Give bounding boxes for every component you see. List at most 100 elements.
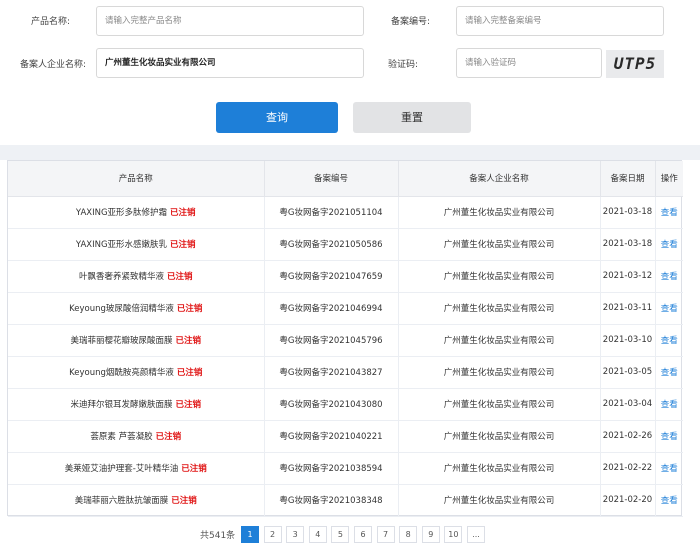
view-link[interactable]: 查看 — [661, 272, 678, 282]
cell-date: 2021-03-12 — [600, 260, 656, 293]
cell-record-no: 粤G妆网备字2021038348 — [264, 484, 399, 517]
cell-company: 广州董生化妆品实业有限公司 — [398, 452, 601, 485]
company-label: 备案人企业名称: — [19, 60, 86, 70]
cell-product-name: YAXING亚形多肽修护霜 已注销 — [8, 196, 265, 229]
cell-record-no: 粤G妆网备字2021050586 — [264, 228, 399, 261]
view-link[interactable]: 查看 — [661, 240, 678, 250]
view-link[interactable]: 查看 — [661, 496, 678, 506]
query-button[interactable]: 查询 — [216, 102, 338, 133]
cell-company: 广州董生化妆品实业有限公司 — [398, 196, 601, 229]
cell-record-no: 粤G妆网备字2021043827 — [264, 356, 399, 389]
cell-company: 广州董生化妆品实业有限公司 — [398, 228, 601, 261]
page-button-2[interactable]: 2 — [263, 526, 282, 543]
table-row: YAXING亚形多肽修护霜 已注销 粤G妆网备字2021051104 广州董生化妆品实… — [8, 196, 683, 229]
table-row: 美莱娅艾油护理套-艾叶精华油 已注销 粤G妆网备字2021038594 广州董生化妆品… — [8, 452, 683, 485]
cancelled-badge: 已注销 — [176, 368, 203, 378]
cell-action: 查看 — [655, 356, 683, 389]
cell-product-name: 美瑞菲丽六胜肽抗皱面膜 已注销 — [8, 484, 265, 517]
cell-product-name: YAXING亚形水感嫩肤乳 已注销 — [8, 228, 265, 261]
pagination-total: 共541条 — [200, 531, 236, 541]
cell-company: 广州董生化妆品实业有限公司 — [398, 484, 601, 517]
captcha-image[interactable]: UTP5 — [606, 50, 664, 78]
pagination: 共541条 1 2 3 4 5 6 7 8 9 10... — [0, 526, 700, 544]
cell-company: 广州董生化妆品实业有限公司 — [398, 260, 601, 293]
reset-button[interactable]: 重置 — [353, 102, 471, 133]
cancelled-badge: 已注销 — [170, 240, 196, 250]
table-row: 美瑞菲丽樱花瓣玻尿酸面膜 已注销 粤G妆网备字2021045796 广州董生化妆品实业… — [8, 324, 683, 357]
cancelled-badge: 已注销 — [155, 432, 182, 442]
product-name-input[interactable]: 请输入完整产品名称 — [96, 6, 364, 36]
page-button-10[interactable]: 10 — [444, 526, 463, 543]
table-row: Keyoung烟酰胺亮颜精华液 已注销 粤G妆网备字2021043827 广州董生化妆… — [8, 356, 683, 389]
section-divider — [0, 145, 700, 160]
table-row: YAXING亚形水感嫩肤乳 已注销 粤G妆网备字2021050586 广州董生化妆品实… — [8, 228, 683, 261]
cell-action: 查看 — [655, 452, 683, 485]
results-table: 产品名称 备案编号 备案人企业名称 备案日期 操作 YAXING亚形多肽修护霜已… — [7, 160, 683, 517]
view-link[interactable]: 查看 — [661, 368, 678, 378]
page-button-8[interactable]: 8 — [399, 526, 418, 543]
cell-product-name: 米迪拜尔银耳发酵嫩肤面膜 已注销 — [8, 388, 265, 421]
view-link[interactable]: 查看 — [661, 208, 678, 218]
cancelled-badge: 已注销 — [175, 336, 202, 346]
view-link[interactable]: 查看 — [661, 400, 678, 410]
cell-company: 广州董生化妆品实业有限公司 — [398, 292, 601, 325]
cell-action: 查看 — [655, 388, 683, 421]
cell-company: 广州董生化妆品实业有限公司 — [398, 388, 601, 421]
cell-date: 2021-02-22 — [600, 452, 656, 485]
page-button-7[interactable]: 7 — [376, 526, 395, 543]
cell-company: 广州董生化妆品实业有限公司 — [398, 356, 601, 389]
header-product-name: 产品名称 — [8, 161, 265, 197]
cell-product-name: 叶飘香奢养紧致精华液 已注销 — [8, 260, 265, 293]
product-name-text: 叶飘香奢养紧致精华液 — [78, 272, 164, 282]
cell-record-no: 粤G妆网备字2021051104 — [264, 196, 399, 229]
view-link[interactable]: 查看 — [661, 336, 678, 346]
cancelled-badge: 已注销 — [170, 208, 196, 218]
header-company: 备案人企业名称 — [398, 161, 601, 197]
company-input[interactable]: 广州董生化妆品实业有限公司 — [96, 48, 364, 78]
product-name-text: 美莱娅艾油护理套-艾叶精华油 — [64, 464, 179, 474]
view-link[interactable]: 查看 — [661, 304, 678, 314]
table-header-row: 产品名称 备案编号 备案人企业名称 备案日期 操作 — [8, 161, 683, 197]
search-panel: 产品名称: 请输入完整产品名称 备案编号: 请输入完整备案编号 备案人企业名称:… — [0, 0, 700, 145]
cell-date: 2021-03-11 — [600, 292, 656, 325]
cell-date: 2021-03-18 — [600, 196, 656, 229]
record-no-input[interactable]: 请输入完整备案编号 — [456, 6, 664, 36]
view-link[interactable]: 查看 — [661, 432, 678, 442]
cancelled-badge: 已注销 — [167, 272, 193, 282]
cell-date: 2021-02-20 — [600, 484, 656, 517]
cell-action: 查看 — [655, 292, 683, 325]
cell-date: 2021-02-26 — [600, 420, 656, 453]
cell-record-no: 粤G妆网备字2021045796 — [264, 324, 399, 357]
cell-product-name: 美莱娅艾油护理套-艾叶精华油 已注销 — [8, 452, 265, 485]
cell-record-no: 粤G妆网备字2021043080 — [264, 388, 399, 421]
cell-action: 查看 — [655, 324, 683, 357]
product-name-text: Keyoung烟酰胺亮颜精华液 — [69, 368, 174, 378]
cell-action: 查看 — [655, 484, 683, 517]
view-link[interactable]: 查看 — [661, 464, 678, 474]
table-row: 叶飘香奢养紧致精华液 已注销 粤G妆网备字2021047659 广州董生化妆品实业有限… — [8, 260, 683, 293]
page-button-1[interactable]: 1 — [241, 526, 259, 543]
product-name-text: YAXING亚形多肽修护霜 — [75, 208, 168, 218]
cell-action: 查看 — [655, 420, 683, 453]
record-no-label: 备案编号: — [390, 17, 430, 27]
cancelled-badge: 已注销 — [171, 496, 197, 506]
table-row: 米迪拜尔银耳发酵嫩肤面膜 已注销 粤G妆网备字2021043080 广州董生化妆品实业… — [8, 388, 683, 421]
cell-record-no: 粤G妆网备字2021038594 — [264, 452, 399, 485]
header-record-no: 备案编号 — [264, 161, 399, 197]
page-button-4[interactable]: 4 — [308, 526, 327, 543]
product-name-text: 米迪拜尔银耳发酵嫩肤面膜 — [70, 400, 173, 410]
cell-action: 查看 — [655, 260, 683, 293]
page-ellipsis[interactable]: ... — [467, 526, 485, 543]
cell-product-name: Keyoung玻尿酸倍润精华液 已注销 — [8, 292, 265, 325]
page-button-5[interactable]: 5 — [331, 526, 350, 543]
cell-record-no: 粤G妆网备字2021046994 — [264, 292, 399, 325]
table-row: Keyoung玻尿酸倍润精华液 已注销 粤G妆网备字2021046994 广州董生化妆… — [8, 292, 683, 325]
page-button-3[interactable]: 3 — [286, 526, 305, 543]
product-name-text: 荟原素 芦荟凝胶 — [90, 432, 153, 442]
cell-record-no: 粤G妆网备字2021047659 — [264, 260, 399, 293]
page-button-9[interactable]: 9 — [421, 526, 440, 543]
cell-date: 2021-03-04 — [600, 388, 656, 421]
page-button-6[interactable]: 6 — [354, 526, 372, 543]
table-row: 美瑞菲丽六胜肽抗皱面膜 已注销 粤G妆网备字2021038348 广州董生化妆品实业有… — [8, 484, 683, 517]
captcha-input[interactable]: 请输入验证码 — [456, 48, 602, 78]
